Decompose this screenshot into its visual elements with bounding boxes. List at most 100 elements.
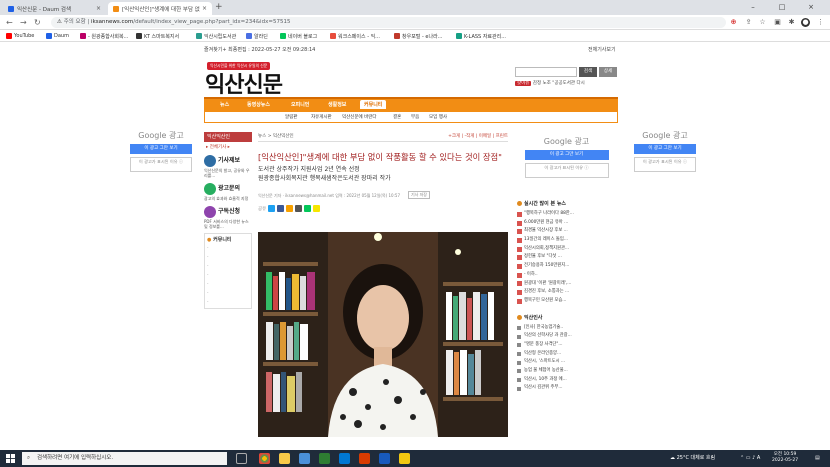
nav-community[interactable]: 커뮤니티: [360, 100, 387, 109]
list-item[interactable]: 익산의 선학사당 과 관광...: [517, 332, 616, 341]
nav-life-info[interactable]: 생활정보: [328, 101, 346, 108]
star-icon[interactable]: ☆: [758, 18, 767, 27]
taskbar-search-input[interactable]: ⌕ 검색하려면 여기에 입력하십시오.: [22, 452, 227, 465]
list-item[interactable]: 원광대 '이판 '원광미래',...: [517, 280, 616, 289]
close-icon[interactable]: ×: [202, 5, 207, 12]
minimize-icon[interactable]: –: [742, 0, 764, 15]
breadcrumb-text[interactable]: 뉴스 > 익산익산인: [258, 134, 294, 139]
sub-wedding[interactable]: 결혼: [393, 114, 401, 120]
sub-suggestion[interactable]: 익산신문에 바란다: [342, 114, 377, 120]
store-icon[interactable]: [299, 453, 310, 464]
chrome-icon[interactable]: [259, 453, 270, 464]
stop-ad-button[interactable]: 이 광고 그만 보기: [634, 144, 696, 154]
kakaotalk-icon[interactable]: [399, 453, 410, 464]
close-icon[interactable]: ×: [96, 5, 101, 12]
save-article-button[interactable]: 기사 저장: [408, 191, 430, 199]
bookmark-8[interactable]: K-LASS 자료관리...: [456, 32, 506, 40]
weather-widget[interactable]: ☁ 25°C 대체로 흐림: [670, 450, 715, 467]
tray-icons[interactable]: ⌃ ▭ ♪ A: [740, 450, 760, 467]
hot-issue[interactable]: 핫이슈 감정 노조 "공공도서관 다시: [515, 80, 585, 86]
list-item[interactable]: "명문 풍장 사격단"...: [517, 341, 616, 350]
bookmark-4[interactable]: 알라딘: [246, 32, 268, 40]
detail-search-button[interactable]: 상세: [599, 67, 617, 77]
why-ad-button[interactable]: 이 광고가 표시된 이유 ⓘ: [634, 157, 696, 172]
top-links[interactable]: 즐겨찾기+ 최종편집 : 2022-05-27 오전 09:28:14: [204, 46, 315, 53]
window-close-icon[interactable]: ×: [800, 0, 822, 15]
bookmark-youtube[interactable]: YouTube: [6, 32, 34, 40]
list-item[interactable]: [인사] 한국농업기술..: [517, 324, 616, 333]
task-view-icon[interactable]: [236, 453, 247, 464]
nav-opinion[interactable]: 오피니언: [291, 101, 309, 108]
site-logo[interactable]: 익산신문: [205, 67, 283, 99]
sub-obituary[interactable]: 부음: [411, 114, 419, 120]
nav-video-news[interactable]: 동영상뉴스: [247, 101, 270, 108]
list-item[interactable]: 6.000만원 현금 유아 ...: [517, 219, 616, 228]
subscribe-box[interactable]: 구독신청 PDF 서비스의 다양한 뉴스 및 정보를...: [204, 206, 252, 229]
stop-ad-button[interactable]: 이 광고 그만 보기: [130, 144, 192, 154]
tab-daum[interactable]: 익산신문 - Daum 검색 ×: [3, 2, 106, 15]
reload-icon[interactable]: ↻: [34, 17, 41, 28]
all-articles-link[interactable]: 전체기사보기: [588, 46, 616, 53]
file-explorer-icon[interactable]: [279, 453, 290, 464]
kakao-icon[interactable]: [313, 205, 321, 212]
list-item[interactable]: 김경진 후보, 소통과는 ...: [517, 288, 616, 297]
list-item[interactable]: 13일간의 레이스 돌입...: [517, 236, 616, 245]
shortcut-icon[interactable]: ⊕: [729, 18, 738, 27]
blog-icon[interactable]: [295, 205, 303, 212]
bookmark-3[interactable]: 익산시립도서관: [196, 32, 236, 40]
bookmark-7[interactable]: 창우포털 - e나라...: [394, 32, 442, 40]
list-item[interactable]: 익산형 온라인종양...: [517, 350, 616, 359]
notification-icon[interactable]: ▤: [815, 450, 820, 467]
sub-free-board[interactable]: 자유게시판: [311, 114, 332, 120]
list-item[interactable]: 익산시, 10주 과정 에...: [517, 376, 616, 385]
all-articles-link[interactable]: ▸ 전체기사 ▸: [206, 144, 252, 150]
list-item[interactable]: 농업 불 체험어 농산물...: [517, 367, 616, 376]
search-button[interactable]: 검색: [579, 67, 597, 77]
list-item[interactable]: - 이하..: [517, 271, 616, 280]
stop-ad-button[interactable]: 이 광고 그만 보기: [524, 150, 609, 160]
sub-events[interactable]: 모임 행사: [429, 114, 447, 120]
profile-avatar[interactable]: ●: [801, 18, 810, 27]
list-item[interactable]: 익산시의회,정책지원관...: [517, 245, 616, 254]
edge-icon[interactable]: [339, 453, 350, 464]
facebook-icon[interactable]: [277, 205, 285, 212]
back-icon[interactable]: ←: [6, 17, 13, 28]
list-item[interactable]: 최경율 익산시장 후보 ...: [517, 227, 616, 236]
report-box[interactable]: 기사제보 익산신문의 발고, 공유와 우리를...: [204, 155, 252, 178]
twitter-icon[interactable]: [268, 205, 276, 212]
naver-share-icon[interactable]: [304, 205, 312, 212]
powerpoint-icon[interactable]: [359, 453, 370, 464]
tab-article[interactable]: [익산익산인]"생계에 대한 부담 없 ×: [108, 2, 212, 15]
windows-start-icon[interactable]: [6, 454, 15, 463]
menu-icon[interactable]: ⋮: [816, 18, 825, 27]
article-tools-text[interactable]: +크게 | -작게 | 이메일 | 프린트: [448, 134, 508, 139]
list-item[interactable]: 익산시 김관위 주부...: [517, 384, 616, 393]
clock[interactable]: 오전 10:59 2022-05-27: [772, 452, 798, 464]
extension-icon[interactable]: ▣: [773, 18, 782, 27]
share-icon[interactable]: ⇪: [744, 18, 753, 27]
forward-icon[interactable]: →: [20, 17, 27, 28]
bookmark-2[interactable]: KT 스마트복지서: [136, 32, 179, 40]
list-item[interactable]: 익산시, '스마트도시 ...: [517, 358, 616, 367]
url-bar[interactable]: ⚠ 주의 요함 | iksannews.com/default/index_vi…: [51, 17, 726, 28]
bookmark-6[interactable]: 워크스페이스 - 익...: [330, 32, 380, 40]
why-ad-button[interactable]: 이 광고가 표시된 이유 ⓘ: [130, 157, 192, 172]
app-icon[interactable]: [319, 453, 330, 464]
search-input[interactable]: [515, 67, 577, 77]
word-icon[interactable]: [379, 453, 390, 464]
puzzle-icon[interactable]: ✱: [787, 18, 796, 27]
list-item[interactable]: 전기승용차 150만원지...: [517, 262, 616, 271]
new-tab-plus-icon[interactable]: +: [215, 2, 223, 12]
bookmark-daum[interactable]: Daum: [46, 32, 69, 40]
bookmark-1[interactable]: - 원광종합사회복...: [80, 32, 128, 40]
bookmark-5[interactable]: 네이버 블로그: [280, 32, 317, 40]
article-tools[interactable]: +크게 | -작게 | 이메일 | 프린트: [448, 132, 508, 142]
maximize-icon[interactable]: □: [771, 0, 793, 15]
nav-news[interactable]: 뉴스: [220, 101, 229, 108]
list-item[interactable]: 정헌율 후보 "다섯 ...: [517, 253, 616, 262]
ad-inquiry-box[interactable]: 광고문의 광고의 효과와 효율적 지정: [204, 183, 252, 201]
list-item[interactable]: 행복구민 모산원 모습...: [517, 297, 616, 306]
sub-notice[interactable]: 알림판: [285, 114, 297, 120]
why-ad-button[interactable]: 이 광고가 표시된 이유 ⓘ: [524, 163, 609, 178]
list-item[interactable]: "행복하구 나라이다 88한...: [517, 210, 616, 219]
